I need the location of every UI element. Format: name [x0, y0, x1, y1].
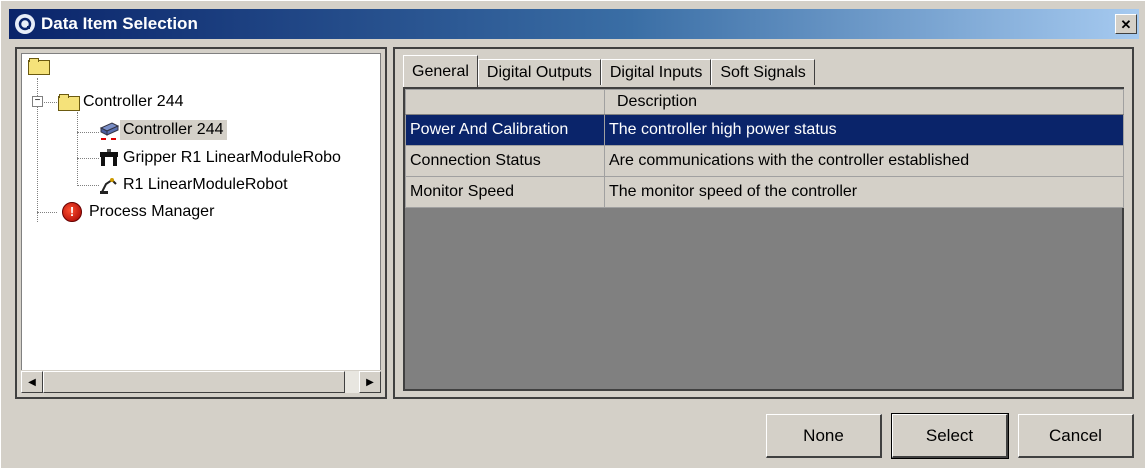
dialog-window: Data Item Selection ✕ − Controller 244 C… [0, 0, 1146, 469]
table-header-row: Description [405, 89, 1124, 115]
folder-icon [58, 94, 80, 111]
tree-root[interactable] [28, 58, 56, 75]
gripper-icon [98, 149, 120, 167]
table-row[interactable]: Power And Calibration The controller hig… [405, 114, 1124, 146]
tree-connector [77, 185, 99, 186]
app-icon [15, 14, 35, 34]
tree-item-gripper[interactable]: Gripper R1 LinearModuleRobo [98, 148, 344, 168]
collapse-toggle[interactable]: − [32, 96, 43, 107]
controller-icon [98, 120, 120, 140]
tree-connector [77, 158, 99, 159]
details-panel: General Digital Outputs Digital Inputs S… [393, 47, 1134, 399]
scroll-right-button[interactable]: ▶ [359, 371, 381, 393]
row-description-cell[interactable]: The controller high power status [604, 114, 1124, 146]
window-title: Data Item Selection [41, 14, 198, 33]
tree-item-robot[interactable]: R1 LinearModuleRobot [98, 175, 291, 195]
tab-digital-outputs[interactable]: Digital Outputs [477, 59, 601, 85]
tree-item-process-manager[interactable]: Process Manager [62, 202, 217, 222]
close-icon: ✕ [1120, 16, 1132, 32]
tree-connector [77, 132, 99, 133]
select-button[interactable]: Select [891, 413, 1009, 459]
scroll-thumb[interactable] [43, 371, 345, 393]
row-name-cell[interactable]: Power And Calibration [405, 114, 605, 146]
table-row[interactable]: Monitor Speed The monitor speed of the c… [405, 176, 1124, 208]
tab-general[interactable]: General [403, 55, 478, 87]
title-bar: Data Item Selection ✕ [9, 9, 1139, 39]
folder-icon [28, 58, 50, 75]
cancel-button[interactable]: Cancel [1018, 414, 1134, 458]
tree-panel: − Controller 244 Controller 244 Gripper … [15, 47, 387, 399]
row-description-cell[interactable]: Are communications with the controller e… [604, 145, 1124, 177]
tree-item-controller[interactable]: Controller 244 [98, 120, 227, 140]
tree-connector [37, 212, 57, 213]
row-name-cell[interactable]: Connection Status [405, 145, 605, 177]
robot-icon [98, 176, 120, 194]
arrow-left-icon: ◀ [28, 376, 36, 388]
table-row[interactable]: Connection Status Are communications wit… [405, 145, 1124, 177]
column-header-name[interactable] [405, 89, 605, 115]
none-button[interactable]: None [766, 414, 882, 458]
row-description-cell[interactable]: The monitor speed of the controller [604, 176, 1124, 208]
scroll-left-button[interactable]: ◀ [21, 371, 43, 393]
tree-connector [77, 112, 78, 186]
close-button[interactable]: ✕ [1115, 14, 1137, 34]
tab-strip: General Digital Outputs Digital Inputs S… [403, 55, 815, 87]
tab-soft-signals[interactable]: Soft Signals [711, 59, 815, 85]
process-manager-icon [62, 202, 82, 222]
tree-item-controller-folder[interactable]: Controller 244 [58, 92, 187, 112]
data-grid[interactable]: Description Power And Calibration The co… [403, 87, 1124, 391]
column-header-description[interactable]: Description [604, 89, 1124, 115]
tab-digital-inputs[interactable]: Digital Inputs [600, 59, 712, 85]
row-name-cell[interactable]: Monitor Speed [405, 176, 605, 208]
arrow-right-icon: ▶ [366, 376, 374, 388]
data-table: Description Power And Calibration The co… [405, 89, 1124, 208]
tree-view[interactable]: − Controller 244 Controller 244 Gripper … [21, 53, 381, 393]
horizontal-scrollbar[interactable]: ◀ ▶ [21, 370, 381, 393]
